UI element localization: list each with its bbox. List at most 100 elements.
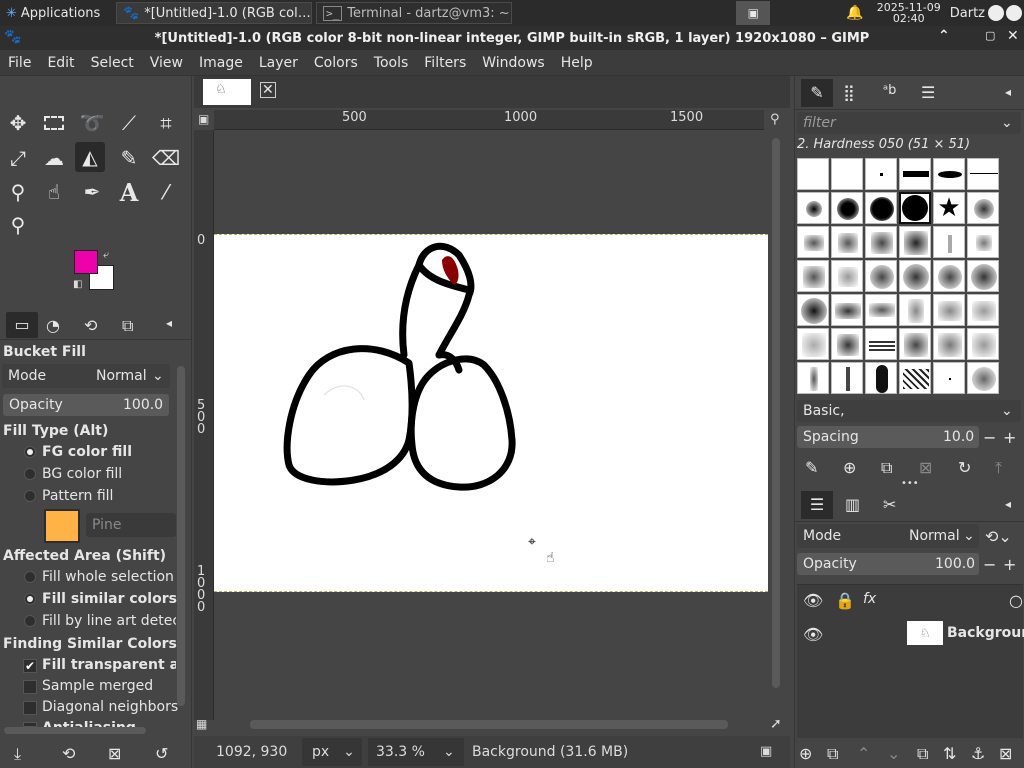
layer-name[interactable]: Backgrour [947, 625, 1024, 641]
brush-cell[interactable] [865, 192, 897, 224]
brush-cell[interactable] [797, 192, 829, 224]
menu-windows[interactable]: Windows [474, 50, 553, 76]
fuzzy-select-tool-icon[interactable]: ⟋ [114, 108, 144, 138]
delete-brush-icon[interactable]: ⊠ [919, 458, 932, 477]
warp-tool-icon[interactable]: ☁ [39, 143, 69, 173]
move-tool-icon[interactable]: ✥ [3, 108, 33, 138]
edit-brush-icon[interactable]: ✎ [805, 458, 818, 477]
brush-cell[interactable] [797, 294, 829, 326]
spacing-slider[interactable]: Spacing 10.0 [797, 426, 979, 448]
layer-opacity-slider[interactable]: Opacity 100.0 [797, 553, 979, 575]
radio-bg-color-fill[interactable] [24, 468, 36, 480]
canvas-hscroll[interactable] [250, 720, 728, 729]
brush-cell[interactable] [831, 294, 863, 326]
brush-cell[interactable] [865, 260, 897, 292]
radio-fill-similar-colors[interactable] [24, 593, 36, 605]
smudge-tool-icon[interactable]: ☝ [39, 177, 69, 207]
unit-select[interactable]: px ⌄ [302, 738, 362, 766]
brush-cell[interactable] [899, 192, 931, 224]
layers-tab-icon[interactable]: ☰ [801, 491, 833, 519]
duplicate-brush-icon[interactable]: ⧉ [881, 458, 892, 478]
brush-cell[interactable] [933, 362, 965, 394]
foreground-color-swatch[interactable] [74, 250, 98, 274]
delete-options-icon[interactable]: ⊠ [108, 744, 121, 763]
zoom-fit-icon[interactable]: ▦ [196, 717, 207, 731]
brush-cell[interactable] [831, 226, 863, 258]
undo-history-tab-icon[interactable]: ⟲ [84, 316, 97, 335]
brush-cell[interactable] [967, 294, 999, 326]
brush-cell[interactable] [865, 226, 897, 258]
cancel-operation-icon[interactable]: ▣ [760, 744, 772, 759]
device-status-tab-icon[interactable]: ◔ [46, 316, 60, 335]
fonts-tab-icon[interactable]: ᵃb [883, 83, 896, 98]
brush-tag-select[interactable]: Basic, ⌄ [797, 400, 1021, 422]
delete-layer-icon[interactable]: ⊠ [999, 744, 1012, 763]
brush-cell[interactable] [967, 158, 999, 190]
brush-cell[interactable] [967, 226, 999, 258]
reset-options-icon[interactable]: ↺ [155, 744, 168, 763]
images-tab-icon[interactable]: ⧉ [122, 316, 133, 336]
zoom-select[interactable]: 33.3 % ⌄ [368, 738, 464, 766]
quick-mask-menu-icon[interactable]: ▣ [198, 112, 209, 126]
brush-cell[interactable] [967, 192, 999, 224]
checkbox-sample-merged[interactable] [23, 680, 37, 694]
menu-filters[interactable]: Filters [416, 50, 474, 76]
search-icon[interactable]: ○ [1009, 591, 1023, 610]
menu-select[interactable]: Select [83, 50, 142, 76]
taskbar-window-gimp[interactable]: 🐾 *[Untitled]-1.0 (RGB col… [116, 2, 312, 24]
radio-fill-line-art[interactable] [24, 615, 36, 627]
new-brush-icon[interactable]: ⊕ [843, 458, 856, 477]
spacing-decrease-button[interactable]: − [983, 428, 996, 447]
left-dock-hscroll[interactable] [4, 727, 146, 734]
layer-row[interactable]: 👁 ♘ Backgrour [797, 621, 1024, 647]
document-history-tab-icon[interactable]: ☰ [921, 83, 935, 102]
brush-cell[interactable] [797, 362, 829, 394]
brush-cell[interactable]: ★ [933, 192, 965, 224]
brush-cell[interactable] [797, 260, 829, 292]
layer-visibility-icon[interactable]: 👁 [803, 625, 823, 644]
clone-tool-icon[interactable]: ⚲ [3, 177, 33, 207]
menu-file[interactable]: File [0, 50, 39, 76]
default-colors-icon[interactable]: ◧ [73, 279, 82, 290]
zoom-tool-icon[interactable]: ⚲ [3, 210, 33, 240]
workspace-switcher[interactable]: ▣ [736, 1, 771, 25]
brush-cell[interactable] [967, 362, 999, 394]
merge-layer-icon[interactable]: ⇅ [943, 744, 956, 763]
image-canvas[interactable] [214, 234, 768, 592]
minimize-button[interactable]: ⌃ [938, 28, 950, 44]
open-brush-as-image-icon[interactable]: ⤒ [995, 458, 1002, 478]
brush-cell[interactable] [933, 226, 965, 258]
brush-cell[interactable] [865, 362, 897, 394]
close-tab-icon[interactable]: ✕ [260, 82, 276, 98]
brush-cell[interactable] [899, 158, 931, 190]
menu-edit[interactable]: Edit [39, 50, 82, 76]
brush-cell[interactable] [967, 260, 999, 292]
radio-fg-color-fill[interactable] [24, 446, 36, 458]
brush-cell[interactable] [933, 158, 965, 190]
tool-options-tab-icon[interactable]: ▭ [6, 312, 38, 338]
channels-tab-icon[interactable]: ▥ [845, 495, 860, 514]
dock-menu-icon[interactable]: ◂ [166, 316, 172, 330]
dock-menu-icon[interactable]: ◂ [1005, 497, 1011, 511]
brush-filter-input[interactable]: filter ⌄ [797, 112, 1021, 134]
tool-options-scrollbar[interactable] [177, 366, 185, 706]
brush-cell[interactable] [899, 226, 931, 258]
clock[interactable]: 2025-11-09 02:40 [874, 2, 944, 24]
menu-layer[interactable]: Layer [251, 50, 306, 76]
color-picker-tool-icon[interactable]: ⁄ [151, 177, 181, 207]
paths-tool-icon[interactable]: ✒ [77, 177, 107, 207]
brush-cell[interactable] [899, 260, 931, 292]
brush-cell[interactable] [967, 328, 999, 360]
menu-colors[interactable]: Colors [306, 50, 366, 76]
applications-menu[interactable]: ✳ Applications [0, 2, 112, 24]
canvas-vscroll[interactable] [772, 138, 780, 688]
maximize-button[interactable]: ▢ [985, 29, 995, 42]
paths-tab-icon[interactable]: ✂ [883, 495, 896, 514]
brush-cell[interactable] [797, 328, 829, 360]
navigate-icon[interactable]: ⚲ [770, 112, 780, 127]
restore-options-icon[interactable]: ⟲ [62, 744, 75, 763]
taskbar-window-terminal[interactable]: >_ Terminal - dartz@vm3: ~ [316, 2, 512, 24]
spacing-increase-button[interactable]: + [1003, 428, 1016, 447]
save-options-icon[interactable]: ⤓ [14, 744, 21, 764]
brush-cell[interactable] [899, 328, 931, 360]
